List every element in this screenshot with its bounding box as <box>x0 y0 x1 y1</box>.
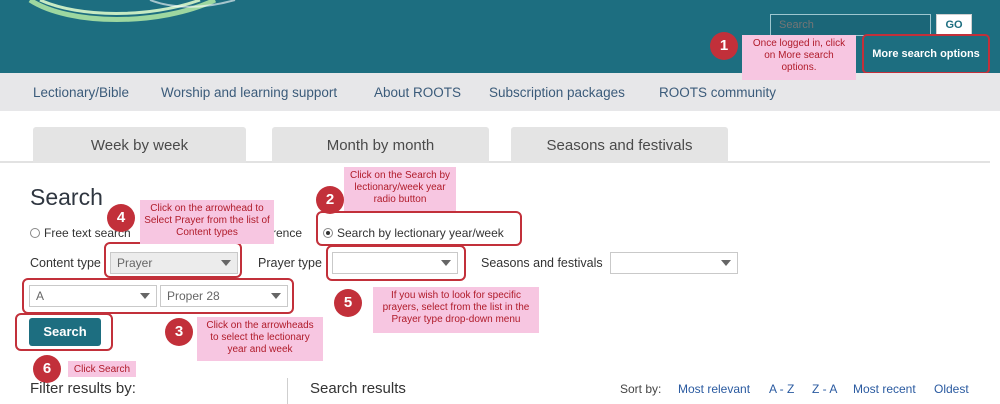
annotation-badge-4: 4 <box>107 204 135 232</box>
annotation-badge-5: 5 <box>334 289 362 317</box>
annotation-note-4: Click on the arrowhead to Select Prayer … <box>140 200 274 244</box>
annotation-note-6: Click Search <box>68 361 136 377</box>
nav-item-about-roots[interactable]: About ROOTS <box>374 85 461 100</box>
seasons-festivals-label: Seasons and festivals <box>481 256 603 270</box>
highlight-search-button <box>15 313 113 351</box>
seasons-festivals-select[interactable] <box>610 252 738 274</box>
go-button[interactable]: GO <box>936 14 972 36</box>
filter-results-heading: Filter results by: <box>30 380 136 397</box>
content-type-label: Content type <box>30 256 101 270</box>
radio-reference-label: rence <box>272 226 303 240</box>
logo-swoosh-icon <box>28 0 236 22</box>
results-divider <box>287 378 288 404</box>
sort-z-a-link[interactable]: Z - A <box>812 382 837 396</box>
more-search-options-button[interactable]: More search options <box>862 34 990 74</box>
nav-item-worship-learning[interactable]: Worship and learning support <box>161 85 337 100</box>
radio-circle-icon[interactable] <box>30 228 40 238</box>
annotation-badge-1: 1 <box>710 32 738 60</box>
nav-item-roots-community[interactable]: ROOTS community <box>659 85 776 100</box>
highlight-prayer-type <box>326 245 466 281</box>
annotation-note-3: Click on the arrowheads to select the le… <box>197 317 323 361</box>
highlight-content-type <box>104 242 242 278</box>
tab-month-by-month[interactable]: Month by month <box>272 127 489 163</box>
prayer-type-label: Prayer type <box>258 256 322 270</box>
tab-seasons-and-festivals[interactable]: Seasons and festivals <box>511 127 728 163</box>
annotation-badge-3: 3 <box>165 318 193 346</box>
site-search-input[interactable] <box>770 14 931 36</box>
search-title: Search <box>30 184 103 210</box>
annotation-note-1: Once logged in, click on More search opt… <box>742 35 856 80</box>
annotation-note-2: Click on the Search by lectionary/week y… <box>344 167 456 211</box>
highlight-lectionary-radio <box>316 211 522 246</box>
highlight-year-week <box>22 278 294 314</box>
sort-most-recent-link[interactable]: Most recent <box>853 382 916 396</box>
nav-item-subscription-packages[interactable]: Subscription packages <box>489 85 625 100</box>
annotation-badge-6: 6 <box>33 355 61 383</box>
sort-a-z-link[interactable]: A - Z <box>769 382 794 396</box>
tab-week-by-week[interactable]: Week by week <box>33 127 246 163</box>
annotation-badge-2: 2 <box>316 186 344 214</box>
search-results-heading: Search results <box>310 380 406 397</box>
nav-item-lectionary-bible[interactable]: Lectionary/Bible <box>33 85 129 100</box>
sort-oldest-link[interactable]: Oldest <box>934 382 969 396</box>
sort-by-label: Sort by: <box>620 382 662 396</box>
chevron-down-icon[interactable] <box>721 260 731 266</box>
annotation-note-5: If you wish to look for specific prayers… <box>373 287 539 333</box>
sort-most-relevant-link[interactable]: Most relevant <box>678 382 750 396</box>
